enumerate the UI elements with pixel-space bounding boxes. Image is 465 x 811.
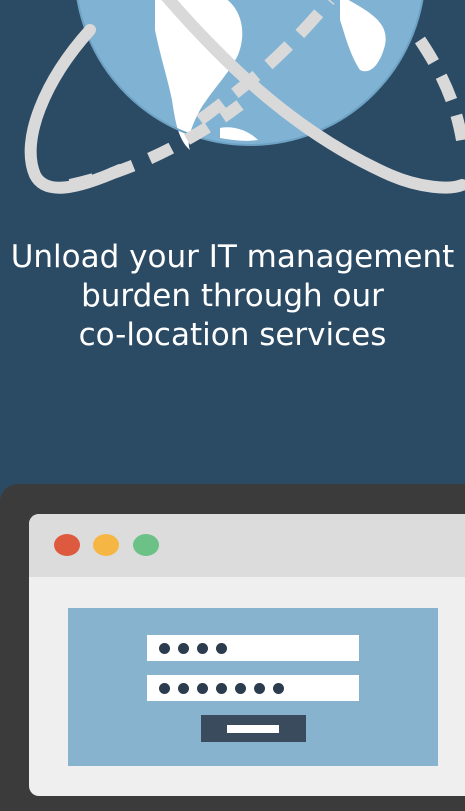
mask-dot-icon — [216, 642, 227, 654]
page: Unload your IT management burden through… — [0, 0, 465, 811]
mask-dot-icon — [254, 682, 265, 694]
close-dot-icon — [54, 534, 80, 556]
headline-line-3: co-location services — [78, 317, 387, 353]
browser-window-illustration — [29, 514, 465, 796]
login-button-illustration — [201, 715, 306, 742]
mask-dot-icon — [178, 682, 189, 694]
browser-toolbar — [29, 514, 465, 577]
minimize-dot-icon — [93, 534, 119, 556]
username-field-illustration — [147, 635, 359, 661]
maximize-dot-icon — [133, 534, 159, 556]
mask-dot-icon — [273, 682, 284, 694]
mask-dot-icon — [197, 682, 208, 694]
headline-line-2: burden through our — [81, 278, 384, 314]
hero-headline: Unload your IT management burden through… — [0, 238, 465, 355]
mask-dot-icon — [159, 682, 170, 694]
login-panel-illustration — [68, 608, 438, 766]
orbit-dashed-right — [415, 36, 465, 142]
globe-with-orbit-icon — [24, 0, 465, 194]
mask-dot-icon — [197, 642, 208, 654]
headline-line-1: Unload your IT management — [10, 239, 455, 275]
mask-dot-icon — [216, 682, 227, 694]
password-field-illustration — [147, 675, 359, 701]
login-button-label-bar — [227, 725, 279, 733]
mask-dot-icon — [159, 642, 170, 654]
mask-dot-icon — [178, 642, 189, 654]
mask-dot-icon — [235, 682, 246, 694]
